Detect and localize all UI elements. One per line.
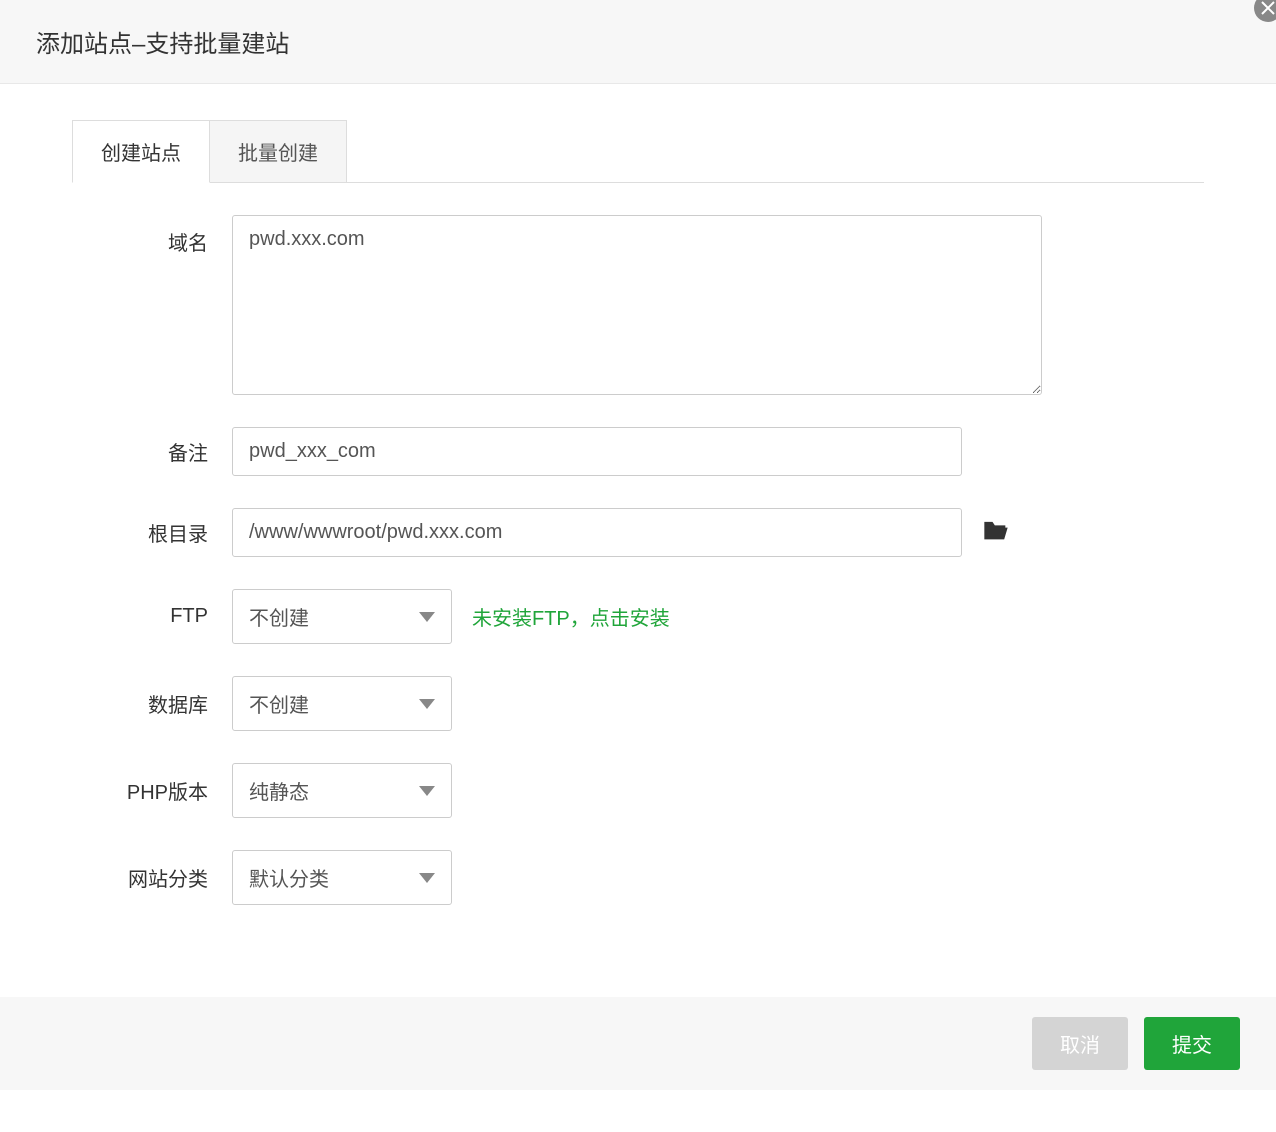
row-category: 网站分类 默认分类 — [72, 850, 1204, 905]
dialog-title: 添加站点–支持批量建站 — [36, 24, 1240, 59]
label-ftp: FTP — [72, 605, 232, 628]
label-database: 数据库 — [72, 689, 232, 718]
cancel-button[interactable]: 取消 — [1032, 1017, 1128, 1070]
chevron-down-icon — [419, 873, 435, 883]
category-select[interactable]: 默认分类 — [232, 850, 452, 905]
close-icon — [1260, 0, 1276, 16]
folder-open-icon — [982, 518, 1010, 542]
add-site-dialog: 添加站点–支持批量建站 创建站点 批量创建 域名 pwd.xxx.com 备注 … — [0, 0, 1276, 1090]
chevron-down-icon — [419, 786, 435, 796]
remark-input[interactable] — [232, 427, 962, 476]
ftp-select[interactable]: 不创建 — [232, 589, 452, 644]
submit-button[interactable]: 提交 — [1144, 1017, 1240, 1070]
row-database: 数据库 不创建 — [72, 676, 1204, 731]
label-remark: 备注 — [72, 437, 232, 466]
tab-batch-create[interactable]: 批量创建 — [210, 120, 347, 183]
ftp-select-value: 不创建 — [249, 602, 309, 631]
row-domain: 域名 pwd.xxx.com — [72, 215, 1204, 395]
row-ftp: FTP 不创建 未安装FTP，点击安装 — [72, 589, 1204, 644]
database-select-value: 不创建 — [249, 689, 309, 718]
dialog-footer: 取消 提交 — [0, 997, 1276, 1090]
ftp-install-hint[interactable]: 未安装FTP，点击安装 — [472, 602, 670, 631]
tabs: 创建站点 批量创建 — [72, 120, 1204, 183]
label-php: PHP版本 — [72, 776, 232, 805]
database-select[interactable]: 不创建 — [232, 676, 452, 731]
php-select[interactable]: 纯静态 — [232, 763, 452, 818]
row-remark: 备注 — [72, 427, 1204, 476]
chevron-down-icon — [419, 612, 435, 622]
close-button[interactable] — [1254, 0, 1276, 22]
browse-folder-button[interactable] — [982, 518, 1010, 548]
row-php: PHP版本 纯静态 — [72, 763, 1204, 818]
row-root: 根目录 — [72, 508, 1204, 557]
label-category: 网站分类 — [72, 863, 232, 892]
domain-textarea[interactable]: pwd.xxx.com — [232, 215, 1042, 395]
label-root: 根目录 — [72, 518, 232, 547]
php-select-value: 纯静态 — [249, 776, 309, 805]
dialog-body: 创建站点 批量创建 域名 pwd.xxx.com 备注 根目录 — [0, 84, 1276, 997]
category-select-value: 默认分类 — [249, 863, 329, 892]
label-domain: 域名 — [72, 215, 232, 256]
chevron-down-icon — [419, 699, 435, 709]
dialog-header: 添加站点–支持批量建站 — [0, 0, 1276, 84]
tab-create-site[interactable]: 创建站点 — [72, 120, 210, 183]
root-input[interactable] — [232, 508, 962, 557]
